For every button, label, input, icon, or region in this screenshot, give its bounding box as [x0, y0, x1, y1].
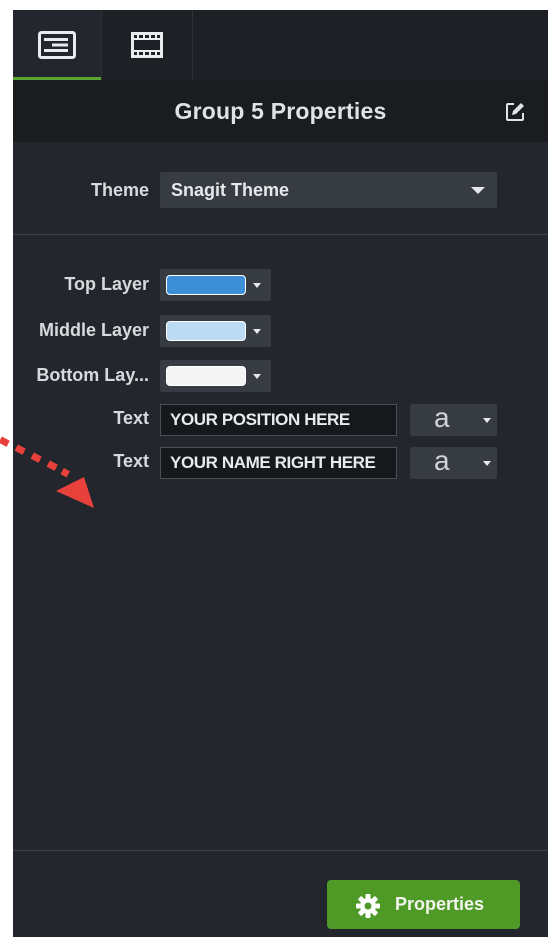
film-strip-icon — [131, 32, 163, 58]
gear-icon — [356, 894, 380, 918]
section-divider — [13, 234, 548, 235]
top-layer-color-swatch — [166, 275, 246, 295]
font-style-glyph: a — [434, 402, 450, 433]
top-layer-color-picker[interactable] — [160, 269, 271, 301]
properties-button[interactable]: Properties — [327, 880, 520, 929]
name-font-dropdown[interactable]: a — [410, 445, 497, 479]
middle-layer-label: Middle Layer — [38, 320, 149, 340]
properties-panel-icon — [38, 31, 76, 59]
theme-row: Theme Snagit Theme — [13, 172, 548, 208]
bottom-layer-color-swatch — [166, 366, 246, 386]
chevron-down-icon — [253, 329, 261, 334]
edit-icon[interactable] — [504, 101, 526, 123]
position-text-input[interactable]: YOUR POSITION HERE — [160, 404, 397, 436]
middle-layer-color-picker[interactable] — [160, 315, 271, 347]
theme-dropdown-value: Snagit Theme — [171, 180, 290, 200]
chevron-down-icon — [483, 461, 491, 466]
top-layer-label: Top Layer — [64, 274, 149, 294]
panel-title: Group 5 Properties — [174, 97, 387, 124]
chevron-down-icon — [253, 283, 261, 288]
tab-media[interactable] — [101, 10, 193, 80]
chevron-down-icon — [253, 374, 261, 379]
panel-header: Group 5 Properties — [13, 80, 548, 142]
chevron-down-icon — [471, 187, 485, 194]
name-text-input[interactable]: YOUR NAME RIGHT HERE — [160, 447, 397, 479]
footer-divider — [13, 850, 548, 851]
tab-bar — [13, 10, 548, 80]
theme-label: Theme — [90, 180, 149, 200]
properties-button-label: Properties — [395, 894, 485, 914]
bottom-layer-label: Bottom Lay... — [36, 365, 149, 385]
bottom-layer-color-picker[interactable] — [160, 360, 271, 392]
position-font-dropdown[interactable]: a — [410, 402, 497, 436]
tab-properties[interactable] — [13, 10, 101, 80]
chevron-down-icon — [483, 418, 491, 423]
annotation-arrow-icon — [0, 436, 94, 508]
theme-dropdown[interactable]: Snagit Theme — [160, 172, 497, 208]
middle-layer-color-swatch — [166, 321, 246, 341]
font-style-glyph: a — [434, 445, 450, 476]
